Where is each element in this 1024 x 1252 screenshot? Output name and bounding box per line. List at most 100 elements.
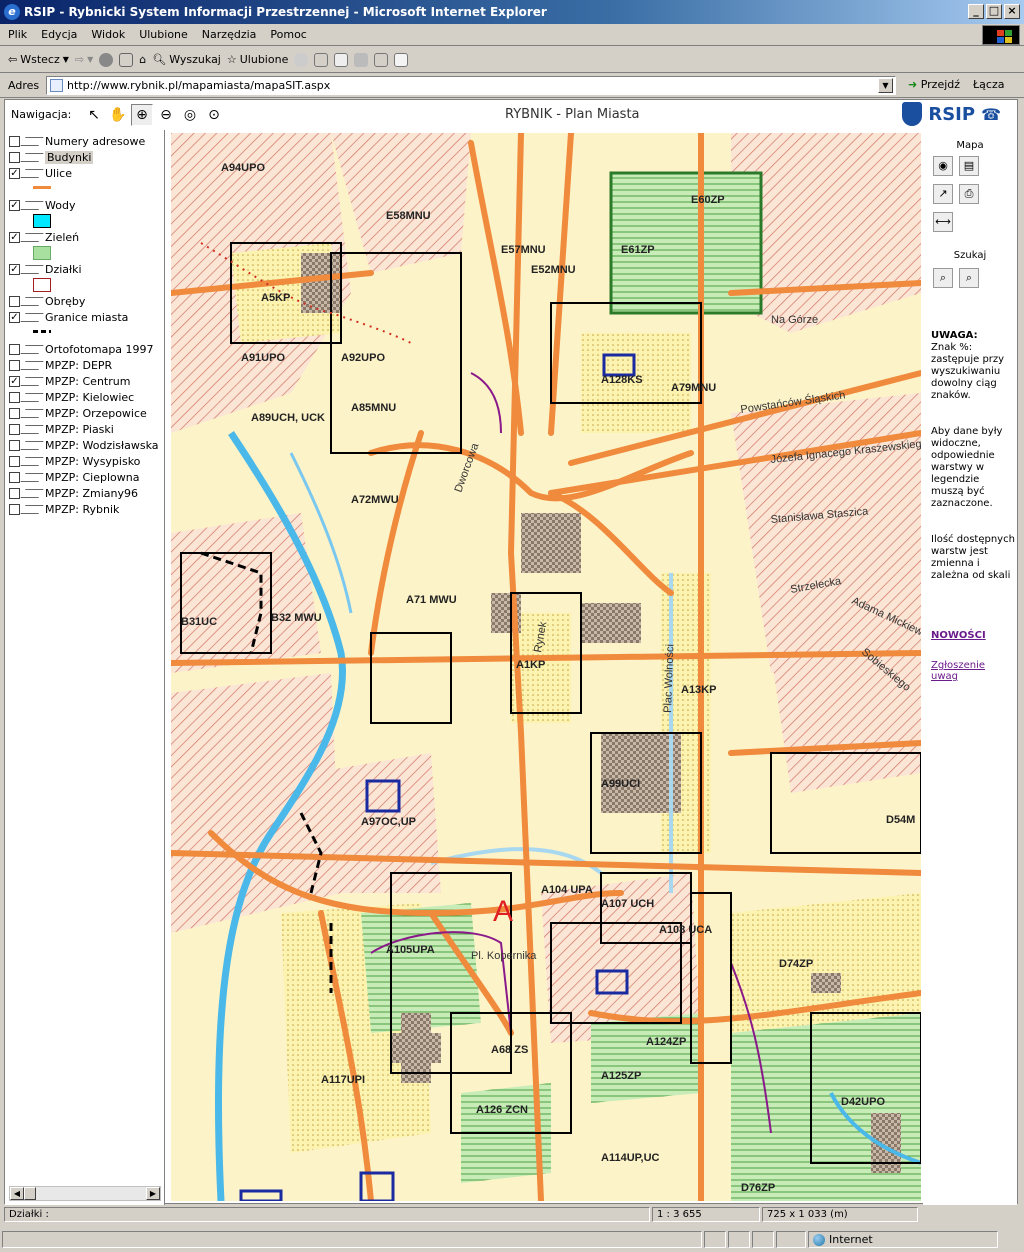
zoom-out-tool-icon[interactable]: ⊖ — [155, 104, 177, 126]
menu-plik[interactable]: Plik — [8, 28, 27, 41]
legend-item-9[interactable]: MPZP: DEPR — [9, 358, 112, 372]
edit-button[interactable] — [374, 52, 389, 67]
pointer-tool-icon[interactable]: ↖ — [83, 104, 105, 126]
favorites-button[interactable]: ☆ Ulubione — [227, 53, 288, 66]
map-svg[interactable]: A94UPO E58MNU E52MNU E57MNU E60ZP E61ZP A5KP A9… — [171, 133, 921, 1201]
refresh-button[interactable] — [119, 52, 134, 67]
menu-ulubione[interactable]: Ulubione — [139, 28, 188, 41]
layer-checkbox[interactable]: ✓ — [9, 375, 20, 387]
note-title: UWAGA: — [931, 330, 978, 341]
legend-item-14[interactable]: MPZP: Wodzisławska — [9, 438, 159, 452]
legend-item-13[interactable]: MPZP: Piaski — [9, 422, 114, 436]
links-button[interactable]: Łącza — [973, 78, 1005, 91]
search-street-icon[interactable]: ⌕ — [933, 268, 953, 288]
search-address-icon[interactable]: ⌕ — [959, 268, 979, 288]
layer-checkbox[interactable] — [9, 455, 20, 467]
layer-checkbox[interactable]: ✓ — [9, 311, 20, 323]
history-button[interactable] — [314, 52, 329, 67]
layer-checkbox[interactable] — [9, 151, 20, 163]
scroll-right-icon[interactable]: ▶ — [146, 1187, 160, 1200]
refresh-map-icon[interactable]: ◉ — [933, 156, 953, 176]
layer-checkbox[interactable]: ✓ — [9, 199, 20, 211]
close-button[interactable]: × — [1004, 4, 1020, 19]
menu-edycja[interactable]: Edycja — [41, 28, 77, 41]
mail-button[interactable] — [334, 52, 349, 67]
discuss-button[interactable] — [394, 52, 409, 67]
layer-checkbox[interactable] — [9, 407, 20, 419]
menu-widok[interactable]: Widok — [91, 28, 125, 41]
app-status-bar: Działki : 1 : 3 655 725 x 1 033 (m) — [0, 1205, 1024, 1223]
address-dropdown-button[interactable]: ▼ — [878, 78, 893, 93]
forward-button[interactable]: ⇨ ▼ — [75, 53, 93, 66]
scroll-thumb[interactable] — [24, 1187, 36, 1200]
menu-narzedzia[interactable]: Narzędzia — [202, 28, 257, 41]
document-icon[interactable]: ▤ — [959, 156, 979, 176]
print-map-icon[interactable]: ⎙ — [959, 184, 979, 204]
legend-item-11[interactable]: MPZP: Kielowiec — [9, 390, 134, 404]
legend-item-16[interactable]: MPZP: Cieplowna — [9, 470, 139, 484]
history-icon — [314, 52, 329, 67]
legend-item-2[interactable]: ✓ Ulice — [9, 166, 72, 180]
legend-item-7[interactable]: ✓ Granice miasta — [9, 310, 128, 324]
layer-checkbox[interactable]: ✓ — [9, 167, 20, 179]
layer-checkbox[interactable]: ✓ — [9, 231, 20, 243]
measure-icon[interactable]: ⟷ — [933, 212, 953, 232]
print-button[interactable] — [354, 52, 369, 67]
layer-checkbox[interactable] — [9, 439, 20, 451]
menu-pomoc[interactable]: Pomoc — [270, 28, 306, 41]
zoom-previous-tool-icon[interactable]: ◎ — [179, 104, 201, 126]
map-zone-label: D76ZP — [741, 1182, 775, 1194]
layer-checkbox[interactable]: ✓ — [9, 263, 20, 275]
layer-checkbox[interactable] — [9, 487, 20, 499]
layer-checkbox[interactable] — [9, 343, 20, 355]
minimize-button[interactable]: _ — [968, 4, 984, 19]
map-canvas[interactable]: A94UPO E58MNU E52MNU E57MNU E60ZP E61ZP A5KP A9… — [171, 133, 921, 1201]
layer-checkbox[interactable] — [9, 135, 20, 147]
pan-tool-icon[interactable]: ✋ — [107, 104, 129, 126]
layer-icon — [20, 440, 44, 450]
report-link[interactable]: Zgłoszenie uwag — [931, 660, 1001, 682]
legend-item-8[interactable]: Ortofotomapa 1997 — [9, 342, 154, 356]
media-button[interactable] — [294, 52, 309, 67]
phone-icon: ☎ — [981, 104, 1001, 124]
stop-button[interactable] — [99, 52, 114, 67]
legend-horizontal-scrollbar[interactable]: ◀ ▶ — [9, 1186, 161, 1201]
zoom-full-tool-icon[interactable]: ⊙ — [203, 104, 225, 126]
layer-checkbox[interactable] — [9, 295, 20, 307]
layer-checkbox[interactable] — [9, 391, 20, 403]
legend-item-0[interactable]: Numery adresowe — [9, 134, 145, 148]
search-button[interactable]: 🔍︎ Wyszukaj — [152, 53, 221, 66]
legend-item-4[interactable]: ✓ Zieleń — [9, 230, 79, 244]
maximize-button[interactable]: □ — [986, 4, 1002, 19]
note-layers: Ilość dostępnych warstw jest zmienna i z… — [931, 534, 1015, 581]
map-zone-label: A114UP,UC — [601, 1152, 660, 1164]
map-zone-label: A92UPO — [341, 352, 385, 364]
layer-checkbox[interactable] — [9, 503, 20, 515]
legend-item-18[interactable]: MPZP: Rybnik — [9, 502, 119, 516]
export-icon[interactable]: ↗ — [933, 184, 953, 204]
star-icon: ☆ — [226, 53, 237, 66]
news-link[interactable]: NOWOŚCI — [931, 630, 986, 641]
go-button[interactable]: ➜ Przejdź — [908, 78, 960, 91]
scroll-left-icon[interactable]: ◀ — [10, 1187, 24, 1200]
address-input[interactable]: http://www.rybnik.pl/mapamiasta/mapaSIT.… — [46, 76, 896, 95]
legend-item-10[interactable]: ✓ MPZP: Centrum — [9, 374, 130, 388]
layer-icon — [20, 472, 44, 482]
legend-item-3[interactable]: ✓ Wody — [9, 198, 75, 212]
ie-zone-label: Internet — [829, 1233, 873, 1246]
back-button[interactable]: ⇦ Wstecz ▼ — [8, 53, 69, 66]
legend-item-15[interactable]: MPZP: Wysypisko — [9, 454, 140, 468]
legend-item-12[interactable]: MPZP: Orzepowice — [9, 406, 147, 420]
layer-checkbox[interactable] — [9, 359, 20, 371]
legend-item-6[interactable]: Obręby — [9, 294, 85, 308]
layer-checkbox[interactable] — [9, 471, 20, 483]
home-button[interactable]: ⌂ — [139, 53, 146, 66]
legend-swatch — [33, 186, 51, 189]
zoom-in-tool-icon[interactable]: ⊕ — [131, 104, 153, 126]
go-arrow-icon: ➜ — [908, 78, 918, 91]
layer-icon — [20, 296, 44, 306]
layer-checkbox[interactable] — [9, 423, 20, 435]
legend-item-5[interactable]: ✓ Działki — [9, 262, 82, 276]
legend-item-1[interactable]: Budynki — [9, 150, 94, 164]
legend-item-17[interactable]: MPZP: Zmiany96 — [9, 486, 138, 500]
